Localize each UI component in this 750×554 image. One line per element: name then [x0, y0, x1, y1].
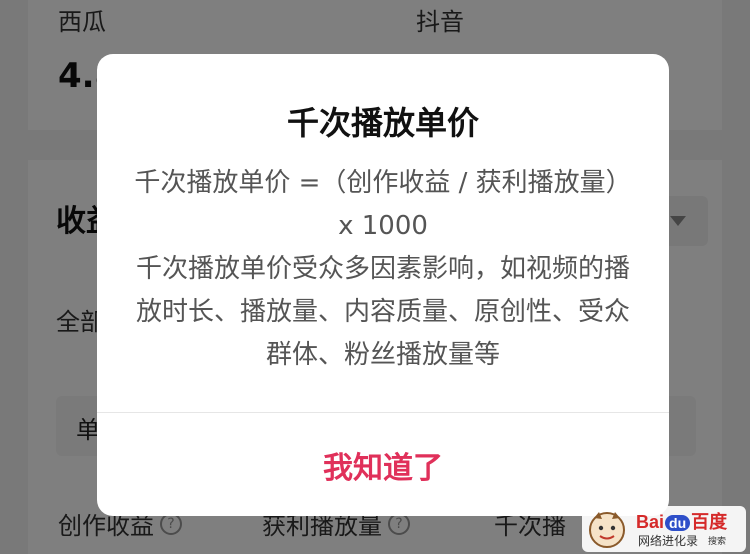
watermark-site-name: 网络进化录	[638, 534, 699, 548]
cpm-info-dialog: 千次播放单价 千次播放单价 =（创作收益 / 获利播放量）x 1000 千次播放…	[97, 54, 669, 516]
baidu-logo: Bai du 百度	[636, 512, 728, 532]
watermark-search-label: 搜索	[708, 537, 727, 547]
dialog-description: 千次播放单价受众多因素影响，如视频的播放时长、播放量、内容质量、原创性、受众群体…	[135, 254, 630, 370]
dialog-formula: 千次播放单价 =（创作收益 / 获利播放量）x 1000	[134, 168, 632, 241]
dialog-title: 千次播放单价	[286, 104, 479, 142]
mascot-icon	[589, 512, 625, 548]
watermark: Bai du 百度 网络进化录 搜索	[582, 506, 746, 552]
got-it-button[interactable]: 我知道了	[97, 413, 669, 516]
dialog-body: 千次播放单价 =（创作收益 / 获利播放量）x 1000 千次播放单价受众多因素…	[133, 162, 633, 377]
